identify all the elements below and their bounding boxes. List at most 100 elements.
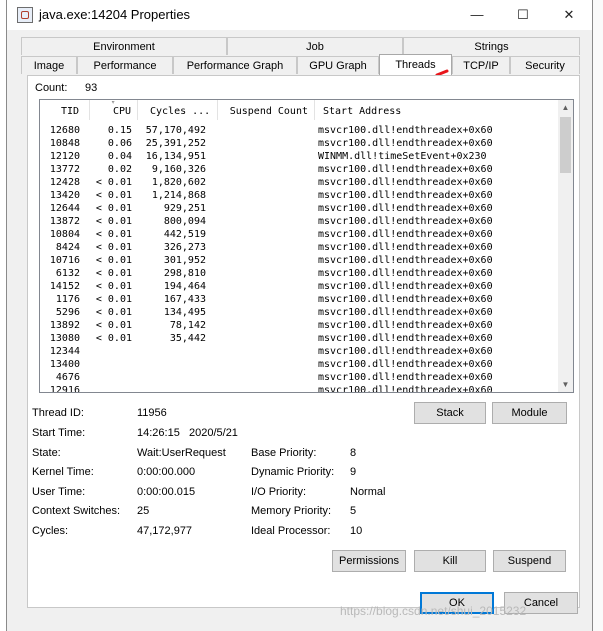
memory-priority-value: 5 xyxy=(350,505,357,517)
thread-tid: 10804 xyxy=(49,229,80,240)
ideal-processor-value: 10 xyxy=(350,525,363,537)
tab-strings[interactable]: Strings xyxy=(403,37,580,55)
tab-image[interactable]: Image xyxy=(21,56,77,74)
tab-performance-graph[interactable]: Performance Graph xyxy=(173,56,297,74)
thread-row[interactable]: 4676 msvcr100.dll!endthreadex+0x60 xyxy=(40,371,560,384)
thread-row[interactable]: 10848 0.06 25,391,252 msvcr100.dll!endthrea… xyxy=(40,137,560,150)
thread-row[interactable]: 8424 < 0.01 326,273 msvcr100.dll!endthreade… xyxy=(40,241,560,254)
vertical-scrollbar[interactable]: ▲ ▼ xyxy=(558,100,573,392)
thread-tid: 6132 xyxy=(55,268,80,279)
thread-row[interactable]: 12680 0.15 57,170,492 msvcr100.dll!endthrea… xyxy=(40,124,560,137)
thread-start-address: msvcr100.dll!endthreadex+0x60 xyxy=(318,203,493,214)
column-tid[interactable]: TID xyxy=(40,100,90,120)
thread-start-address: msvcr100.dll!endthreadex+0x60 xyxy=(318,255,493,266)
thread-tid: 13772 xyxy=(49,164,80,175)
thread-start-address: msvcr100.dll!endthreadex+0x60 xyxy=(318,229,493,240)
thread-row[interactable]: 1176 < 0.01 167,433 msvcr100.dll!endthreade… xyxy=(40,293,560,306)
thread-row[interactable]: 12344 msvcr100.dll!endthreadex+0x60 xyxy=(40,345,560,358)
tab-gpu-graph[interactable]: GPU Graph xyxy=(297,56,379,74)
context-switches-label: Context Switches: xyxy=(32,505,121,517)
dynamic-priority-value: 9 xyxy=(350,466,357,478)
base-priority-label: Base Priority: xyxy=(251,447,317,459)
column-start-address[interactable]: Start Address xyxy=(315,100,560,120)
thread-cycles: 442,519 xyxy=(163,229,206,240)
thread-start-address: msvcr100.dll!endthreadex+0x60 xyxy=(318,177,493,188)
thread-cpu: < 0.01 xyxy=(95,242,132,253)
thread-cpu: < 0.01 xyxy=(95,268,132,279)
tab-job[interactable]: Job xyxy=(227,37,403,55)
thread-start-address: msvcr100.dll!endthreadex+0x60 xyxy=(318,125,493,136)
tab-strip: Environment Job Strings Image Performanc… xyxy=(7,37,580,76)
base-priority-value: 8 xyxy=(350,447,357,459)
thread-row[interactable]: 12644 < 0.01 929,251 msvcr100.dll!endthread… xyxy=(40,202,560,215)
thread-row[interactable]: 13872 < 0.01 800,094 msvcr100.dll!endthread… xyxy=(40,215,560,228)
scroll-thumb[interactable] xyxy=(560,117,571,173)
close-button[interactable]: ✕ xyxy=(546,0,592,30)
thread-cycles: 134,495 xyxy=(163,307,206,318)
tab-environment[interactable]: Environment xyxy=(21,37,227,55)
thread-tid: 13080 xyxy=(49,333,80,344)
maximize-button[interactable]: ☐ xyxy=(500,0,546,30)
minimize-button[interactable]: — xyxy=(454,0,500,30)
thread-tid: 13892 xyxy=(49,320,80,331)
column-suspend-count[interactable]: Suspend Count xyxy=(218,100,315,120)
thread-row[interactable]: 13892 < 0.01 78,142 msvcr100.dll!endthreade… xyxy=(40,319,560,332)
column-cycles[interactable]: Cycles ... xyxy=(138,100,218,120)
window-title: java.exe:14204 Properties xyxy=(39,7,191,22)
thread-row[interactable]: 10716 < 0.01 301,952 msvcr100.dll!endthread… xyxy=(40,254,560,267)
thread-row[interactable]: 13080 < 0.01 35,442 msvcr100.dll!endthreade… xyxy=(40,332,560,345)
count-value: 93 xyxy=(85,82,98,94)
permissions-button[interactable]: Permissions xyxy=(332,550,406,572)
thread-start-address: msvcr100.dll!endthreadex+0x60 xyxy=(318,359,493,370)
thread-row[interactable]: 13772 0.02 9,160,326 msvcr100.dll!endthread… xyxy=(40,163,560,176)
thread-row[interactable]: 12428 < 0.01 1,820,602 msvcr100.dll!endthre… xyxy=(40,176,560,189)
thread-id-label: Thread ID: xyxy=(32,407,84,419)
thread-row[interactable]: 6132 < 0.01 298,810 msvcr100.dll!endthreade… xyxy=(40,267,560,280)
thread-row[interactable]: 12916 msvcr100.dll!endthreadex+0x60 xyxy=(40,384,560,393)
thread-tid: 12680 xyxy=(49,125,80,136)
thread-row[interactable]: 12120 0.04 16,134,951 WINMM.dll!timeSetEven… xyxy=(40,150,560,163)
thread-start-address: msvcr100.dll!endthreadex+0x60 xyxy=(318,333,493,344)
start-time-label: Start Time: xyxy=(32,427,86,439)
thread-tid: 12644 xyxy=(49,203,80,214)
thread-start-address: msvcr100.dll!endthreadex+0x60 xyxy=(318,346,493,357)
suspend-button[interactable]: Suspend xyxy=(493,550,566,572)
thread-start-address: msvcr100.dll!endthreadex+0x60 xyxy=(318,372,493,383)
thread-cycles: 1,820,602 xyxy=(151,177,206,188)
title-bar: java.exe:14204 Properties — ☐ ✕ xyxy=(7,0,592,30)
thread-cycles: 167,433 xyxy=(163,294,206,305)
ideal-processor-label: Ideal Processor: xyxy=(251,525,331,537)
memory-priority-label: Memory Priority: xyxy=(251,505,332,517)
thread-tid: 12344 xyxy=(49,346,80,357)
thread-row[interactable]: 13420 < 0.01 1,214,868 msvcr100.dll!endthre… xyxy=(40,189,560,202)
thread-list-header: TID CPU ▿ Cycles ... Suspend Count Start… xyxy=(40,100,560,120)
thread-row[interactable]: 14152 < 0.01 194,464 msvcr100.dll!endthread… xyxy=(40,280,560,293)
thread-row[interactable]: 5296 < 0.01 134,495 msvcr100.dll!endthreade… xyxy=(40,306,560,319)
thread-tid: 12916 xyxy=(49,385,80,393)
thread-row[interactable]: 13400 msvcr100.dll!endthreadex+0x60 xyxy=(40,358,560,371)
thread-cpu: < 0.01 xyxy=(95,203,132,214)
thread-tid: 10848 xyxy=(49,138,80,149)
thread-start-address: msvcr100.dll!endthreadex+0x60 xyxy=(318,294,493,305)
thread-tid: 13872 xyxy=(49,216,80,227)
kill-button[interactable]: Kill xyxy=(414,550,486,572)
scroll-up-icon[interactable]: ▲ xyxy=(558,100,573,115)
module-button[interactable]: Module xyxy=(492,402,567,424)
thread-cycles: 800,094 xyxy=(163,216,206,227)
user-time-label: User Time: xyxy=(32,486,86,498)
thread-cycles: 16,134,951 xyxy=(145,151,206,162)
thread-tid: 10716 xyxy=(49,255,80,266)
count-label: Count: xyxy=(35,82,68,94)
thread-row[interactable]: 10804 < 0.01 442,519 msvcr100.dll!endthread… xyxy=(40,228,560,241)
tab-performance[interactable]: Performance xyxy=(77,56,173,74)
thread-cycles: 25,391,252 xyxy=(145,138,206,149)
thread-start-address: msvcr100.dll!endthreadex+0x60 xyxy=(318,138,493,149)
thread-start-address: msvcr100.dll!endthreadex+0x60 xyxy=(318,385,493,393)
tab-security[interactable]: Security xyxy=(510,56,580,74)
scroll-down-icon[interactable]: ▼ xyxy=(558,377,573,392)
stack-button[interactable]: Stack xyxy=(414,402,486,424)
context-switches-value: 25 xyxy=(137,505,150,517)
thread-id-value: 11956 xyxy=(137,407,167,419)
properties-window: java.exe:14204 Properties — ☐ ✕ Environm… xyxy=(6,0,593,631)
thread-list[interactable]: TID CPU ▿ Cycles ... Suspend Count Start… xyxy=(39,99,574,393)
